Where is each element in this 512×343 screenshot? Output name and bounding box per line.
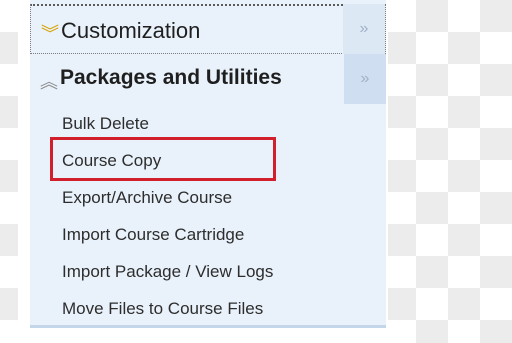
expand-arrow-icon[interactable]: »: [344, 54, 386, 104]
menu-item-bulk-delete[interactable]: Bulk Delete: [62, 114, 149, 134]
menu-item-import-package-view-logs[interactable]: Import Package / View Logs: [62, 262, 273, 282]
expand-arrow-icon[interactable]: »: [343, 4, 385, 54]
control-panel-menu: ︾ Customization » ︽ Packages and Utiliti…: [30, 0, 386, 328]
menu-item-course-copy[interactable]: Course Copy: [62, 151, 161, 171]
chevron-double-down-icon: ︾: [41, 24, 59, 44]
menu-item-move-files-to-course-files[interactable]: Move Files to Course Files: [62, 299, 263, 319]
menu-item-import-course-cartridge[interactable]: Import Course Cartridge: [62, 225, 244, 245]
menu-header-label-customization: Customization: [61, 18, 201, 43]
course-management-panel: ︾ Customization » ︽ Packages and Utiliti…: [18, 0, 388, 343]
chevron-double-up-icon: ︽: [40, 72, 58, 92]
menu-item-export-archive-course[interactable]: Export/Archive Course: [62, 188, 232, 208]
menu-header-packages-and-utilities[interactable]: ︽ Packages and Utilities »: [30, 54, 386, 104]
menu-header-customization[interactable]: ︾ Customization »: [30, 4, 386, 54]
menu-header-label-packages: Packages and Utilities: [60, 66, 282, 89]
